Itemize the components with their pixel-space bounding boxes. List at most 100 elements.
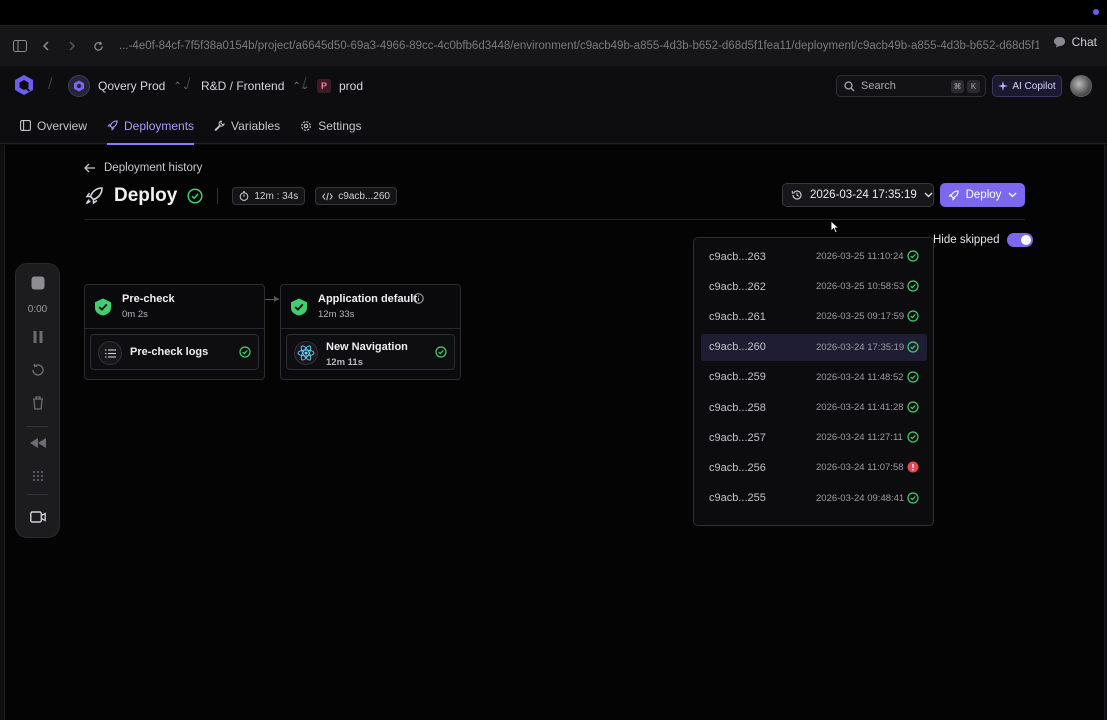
commit-sha: c9acb...263 (709, 250, 766, 263)
rewind-icon[interactable] (16, 430, 59, 456)
environment-tabs: Overview Deployments Variables Settings (0, 108, 1107, 145)
rocket-icon (947, 189, 959, 201)
environment-selector[interactable]: P prod (317, 74, 363, 98)
deployment-history-item[interactable]: c9acb...263 2026-03-25 11:10:24 (701, 243, 927, 270)
commit-value: c9acb...260 (338, 190, 390, 202)
grid-dots-icon[interactable] (16, 463, 59, 489)
deployment-history-item[interactable]: c9acb...260 2026-03-24 17:35:19 (701, 333, 927, 361)
success-check-icon (907, 340, 919, 353)
tab-variables[interactable]: Variables (214, 108, 280, 144)
search-input[interactable]: Search ⌘ K (836, 75, 986, 97)
deployment-date: 2026-03-24 11:07:58 (816, 462, 904, 474)
deployment-history-item[interactable]: c9acb...258 2026-03-24 11:41:28 (701, 394, 927, 421)
step-duration: 12m 11s (326, 357, 363, 368)
history-icon (791, 189, 803, 201)
browser-window: ...-4e0f-84cf-7f5f38a0154b/project/a6645… (0, 25, 1107, 720)
deploy-label: Deploy (965, 189, 1002, 201)
deployment-date: 2026-03-25 10:58:53 (816, 281, 905, 293)
restart-icon[interactable] (16, 357, 59, 383)
rocket-icon (107, 120, 118, 131)
duration-chip: 12m : 34s (232, 187, 306, 205)
org-selector[interactable]: Qovery Prod ⌃⌄ (68, 74, 190, 98)
deployment-title-row: Deploy 12m : 34s c9acb...260 (84, 185, 397, 207)
ai-copilot-button[interactable]: AI Copilot (992, 75, 1062, 97)
deployment-content (4, 145, 1105, 720)
main-area: Deployment history Deploy 12m : 34s c9ac… (0, 145, 1107, 720)
camera-icon[interactable] (16, 504, 59, 530)
mouse-cursor-icon (830, 220, 840, 234)
chat-label: Chat (1071, 35, 1097, 49)
deployment-history-dropdown: c9acb...263 2026-03-25 11:10:24 c9acb...26… (693, 237, 934, 526)
selector-chevron-icon: ⌃⌄ (292, 80, 310, 92)
pause-icon[interactable] (16, 324, 59, 350)
deployment-history-item[interactable]: c9acb...259 2026-03-24 11:48:52 (701, 364, 927, 391)
deployment-date: 2026-03-24 11:27:11 (816, 432, 903, 444)
stage-duration: 12m 33s (318, 309, 355, 320)
deployment-date: 2026-03-25 09:17:59 (816, 311, 905, 323)
commit-sha: c9acb...259 (709, 371, 766, 384)
chat-button[interactable]: Chat (1053, 35, 1097, 49)
sidebar-toggle-icon[interactable] (7, 33, 33, 59)
breadcrumb-separator: / (186, 76, 191, 93)
forward-arrow-icon[interactable] (59, 33, 85, 59)
env-badge: P (317, 79, 331, 93)
success-check-icon (907, 250, 919, 262)
duration-value: 12m : 34s (254, 190, 299, 202)
screen-recorder-toolbar: 0:00 (15, 263, 60, 538)
commit-sha: c9acb...261 (709, 310, 766, 323)
deploy-button[interactable]: Deploy (940, 183, 1025, 207)
tab-label: Deployments (124, 118, 195, 133)
tab-settings[interactable]: Settings (300, 108, 362, 144)
deployment-history-item[interactable]: c9acb...261 2026-03-25 09:17:59 (701, 303, 927, 330)
kbd-k: K (967, 80, 980, 93)
qovery-logo-icon[interactable] (13, 74, 35, 96)
success-check-icon (907, 491, 919, 504)
step-card-pre-check-logs[interactable]: Pre-check logs (90, 334, 259, 370)
shield-check-icon (290, 298, 308, 316)
chevron-down-icon (924, 192, 933, 198)
back-arrow-icon[interactable] (33, 33, 59, 59)
commit-sha: c9acb...256 (709, 461, 766, 474)
tab-overview[interactable]: Overview (20, 108, 87, 144)
wrench-icon (214, 120, 225, 131)
reload-icon[interactable] (85, 33, 111, 59)
deployment-history-item[interactable]: c9acb...262 2026-03-25 10:58:53 (701, 273, 927, 300)
error-status-icon (907, 461, 919, 473)
divider (217, 188, 219, 204)
project-selector[interactable]: R&D / Frontend ⌃⌄ (201, 74, 309, 98)
success-check-icon (907, 431, 919, 443)
selected-date: 2026-03-24 17:35:19 (810, 189, 917, 201)
stage-title: Application default (318, 293, 417, 305)
commit-chip[interactable]: c9acb...260 (315, 187, 397, 205)
os-top-strip (0, 0, 1107, 25)
success-check-icon (907, 280, 919, 292)
deployment-history-item[interactable]: c9acb...256 2026-03-24 11:07:58 (701, 454, 927, 481)
step-card-new-navigation[interactable]: New Navigation 12m 11s (286, 334, 455, 370)
deployment-version-selector[interactable]: 2026-03-24 17:35:19 (782, 183, 934, 207)
deployment-history-item[interactable]: c9acb...257 2026-03-24 11:27:11 (701, 424, 927, 451)
stage-header: Pre-check 0m 2s (85, 285, 264, 329)
shield-check-icon (94, 298, 112, 316)
code-icon (322, 192, 334, 201)
stage-card-pre-check[interactable]: Pre-check 0m 2s Pre-check logs (84, 284, 265, 380)
tab-deployments[interactable]: Deployments (107, 108, 195, 145)
stage-header: Application default 12m 33s (281, 285, 460, 329)
trash-icon[interactable] (16, 390, 59, 416)
org-name: Qovery Prod (98, 79, 166, 93)
user-avatar[interactable] (1070, 75, 1092, 97)
browser-toolbar: ...-4e0f-84cf-7f5f38a0154b/project/a6645… (0, 26, 1107, 66)
deployment-history-link[interactable]: Deployment history (84, 162, 202, 174)
rocket-icon (84, 186, 104, 206)
commit-sha: c9acb...262 (709, 280, 766, 293)
hide-skipped-label: Hide skipped (933, 234, 1000, 246)
deployment-date: 2026-03-24 11:41:28 (816, 402, 904, 413)
arrow-left-icon (84, 163, 96, 173)
deployment-date: 2026-03-24 11:48:52 (816, 371, 904, 383)
stage-card-application-default[interactable]: Application default 12m 33s New Navigati… (280, 284, 461, 380)
deployment-history-item[interactable]: c9acb...255 2026-03-24 09:48:41 (701, 485, 927, 512)
stop-recording-button[interactable] (16, 270, 59, 296)
project-name: R&D / Frontend (201, 79, 285, 93)
hide-skipped-toggle[interactable] (1007, 233, 1034, 247)
info-icon[interactable] (413, 293, 424, 304)
address-bar[interactable]: ...-4e0f-84cf-7f5f38a0154b/project/a6645… (119, 40, 1039, 52)
